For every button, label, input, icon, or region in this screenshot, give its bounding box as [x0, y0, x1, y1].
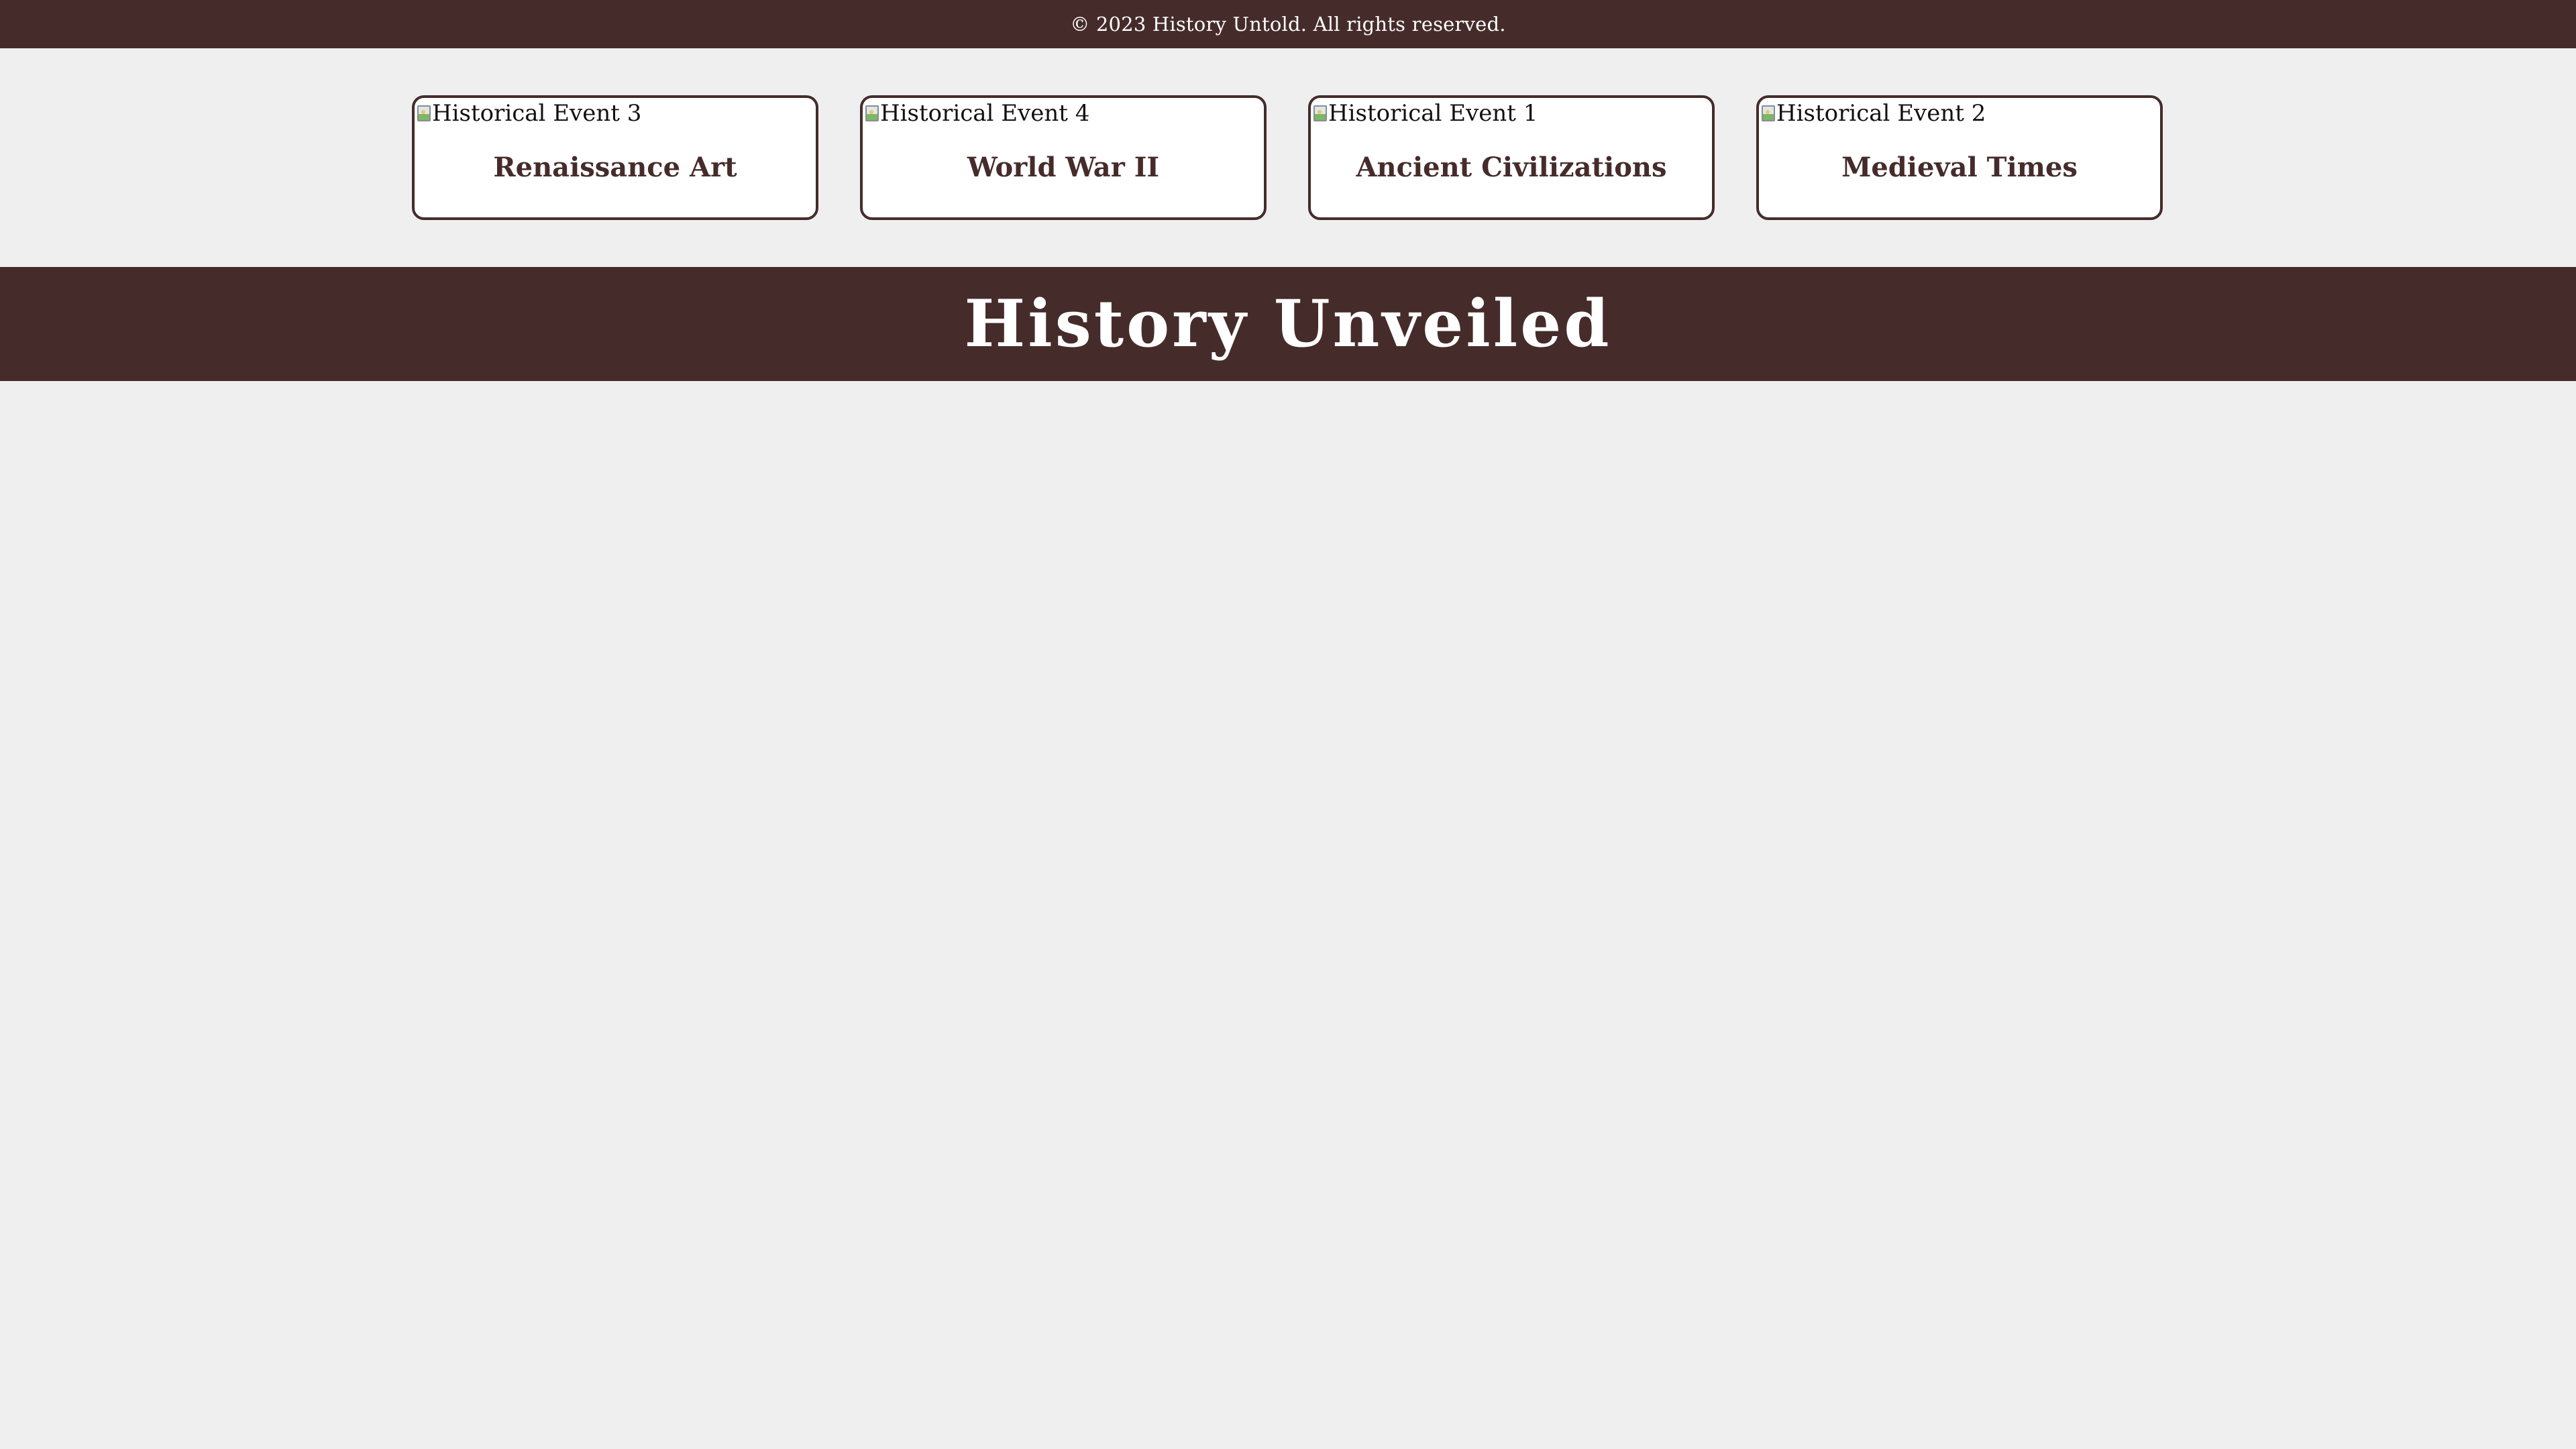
- copyright-text: © 2023 History Untold. All rights reserv…: [1070, 13, 1506, 36]
- card-image: Historical Event 1: [1313, 101, 1538, 126]
- card-image-alt-text: Historical Event 3: [432, 100, 642, 127]
- event-card-ancient-civilizations[interactable]: Historical Event 1 Ancient Civilizations: [1308, 95, 1715, 220]
- event-card-grid: Historical Event 3 Renaissance Art Histo…: [0, 95, 2576, 220]
- event-card-medieval-times[interactable]: Historical Event 2 Medieval Times: [1756, 95, 2163, 220]
- broken-image-icon: [417, 105, 431, 121]
- broken-image-icon: [1313, 105, 1327, 121]
- card-image: Historical Event 2: [1762, 101, 1986, 126]
- card-title: World War II: [967, 152, 1160, 183]
- card-image: Historical Event 3: [417, 101, 641, 126]
- card-title: Medieval Times: [1841, 152, 2078, 183]
- broken-image-icon: [1762, 105, 1775, 121]
- card-image: Historical Event 4: [865, 101, 1089, 126]
- card-title: Renaissance Art: [493, 152, 737, 183]
- site-title: History Unveiled: [964, 286, 1612, 362]
- card-image-alt-text: Historical Event 1: [1328, 100, 1538, 127]
- card-title: Ancient Civilizations: [1356, 152, 1667, 183]
- card-image-alt-text: Historical Event 2: [1776, 100, 1986, 127]
- event-card-world-war-ii[interactable]: Historical Event 4 World War II: [860, 95, 1267, 220]
- card-image-alt-text: Historical Event 4: [880, 100, 1090, 127]
- site-header-banner: History Unveiled: [0, 267, 2576, 381]
- broken-image-icon: [865, 105, 879, 121]
- event-card-renaissance-art[interactable]: Historical Event 3 Renaissance Art: [412, 95, 818, 220]
- copyright-bar: © 2023 History Untold. All rights reserv…: [0, 0, 2576, 48]
